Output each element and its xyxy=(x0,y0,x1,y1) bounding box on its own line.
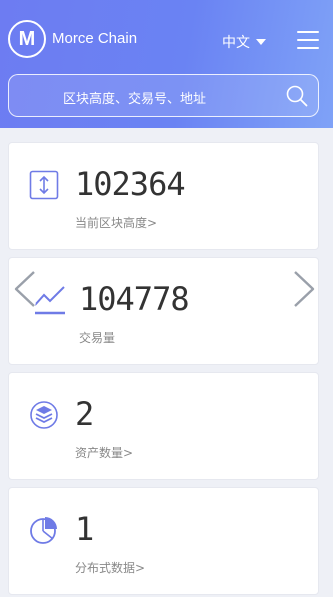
chevron-right-icon[interactable] xyxy=(289,268,319,310)
stat-card-transactions[interactable]: 104778 交易量 xyxy=(8,257,319,365)
block-height-label[interactable]: 当前区块高度> xyxy=(75,214,157,231)
language-selector[interactable]: 中文 xyxy=(222,32,266,52)
logo-letter: M xyxy=(18,27,36,50)
asset-count-label[interactable]: 资产数量> xyxy=(75,444,133,461)
asset-count-value: 2 xyxy=(75,395,94,433)
transaction-count-label: 交易量 xyxy=(79,331,116,345)
logo-icon[interactable]: M xyxy=(8,20,46,58)
search-placeholder: 区块高度、交易号、地址 xyxy=(63,92,207,107)
language-label: 中文 xyxy=(222,35,250,51)
search-icon[interactable] xyxy=(286,85,308,107)
distributed-data-value: 1 xyxy=(75,510,94,548)
stat-card-block-height[interactable]: 102364 当前区块高度> xyxy=(8,142,319,250)
search-input[interactable]: 区块高度、交易号、地址 xyxy=(8,74,319,117)
stat-card-assets[interactable]: 2 资产数量> xyxy=(8,372,319,480)
block-height-value: 102364 xyxy=(75,165,186,203)
distributed-data-label[interactable]: 分布式数据> xyxy=(75,559,145,576)
block-height-icon xyxy=(29,170,59,200)
asset-stack-icon xyxy=(30,401,58,429)
chevron-left-icon[interactable] xyxy=(10,268,40,310)
pie-chart-icon xyxy=(30,517,57,544)
hamburger-menu-icon[interactable] xyxy=(297,31,319,49)
header-bar: M Morce Chain 中文 区块高度、交易号、地址 xyxy=(0,0,333,128)
app-name[interactable]: Morce Chain xyxy=(52,30,137,47)
caret-down-icon xyxy=(256,39,266,45)
transaction-count-value: 104778 xyxy=(79,280,190,318)
stat-card-distributed-data[interactable]: 1 分布式数据> xyxy=(8,487,319,595)
